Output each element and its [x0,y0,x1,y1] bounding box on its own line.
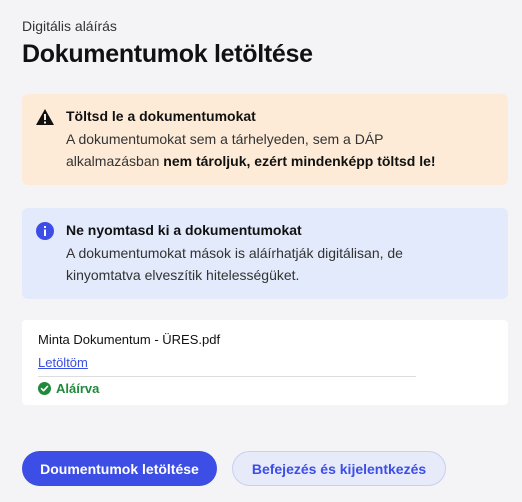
document-card: Minta Dokumentum - ÜRES.pdf Letöltöm Alá… [22,320,508,405]
info-alert: Ne nyomtasd ki a dokumentumokat A dokume… [22,208,508,299]
info-icon [35,221,55,241]
status-label: Aláírva [56,381,100,396]
warning-body-line1: A dokumentumokat sem a tárhelyeden, sem … [66,131,384,147]
warning-alert: Töltsd le a dokumentumokat A dokumentumo… [22,94,508,185]
info-body-line1: A dokumentumokat mások is aláírhatják di… [66,245,403,261]
page-eyebrow: Digitális aláírás [22,18,117,34]
info-body-line2: kinyomtatva elveszítik hitelességüket. [66,267,300,283]
warning-body-line2: alkalmazásban nem tároljuk, ezért minden… [66,150,492,172]
download-documents-button[interactable]: Doumentumok letöltése [22,451,217,486]
document-name: Minta Dokumentum - ÜRES.pdf [38,332,221,347]
info-title: Ne nyomtasd ki a dokumentumokat [66,222,302,238]
download-link[interactable]: Letöltöm [38,355,88,370]
status-badge: Aláírva [38,381,492,396]
page-title: Dokumentumok letöltése [22,40,313,68]
divider [38,376,416,377]
warning-icon [35,107,55,127]
warning-title: Töltsd le a dokumentumokat [66,108,256,124]
info-body: A dokumentumokat mások is aláírhatják di… [66,242,492,286]
warning-body-emphasis: nem tároljuk, ezért mindenképp töltsd le… [163,153,436,169]
warning-body-line2-prefix: alkalmazásban [66,153,164,169]
finish-logout-button[interactable]: Befejezés és kijelentkezés [232,451,446,486]
warning-body: A dokumentumokat sem a tárhelyeden, sem … [66,128,492,172]
check-circle-icon [38,382,51,395]
